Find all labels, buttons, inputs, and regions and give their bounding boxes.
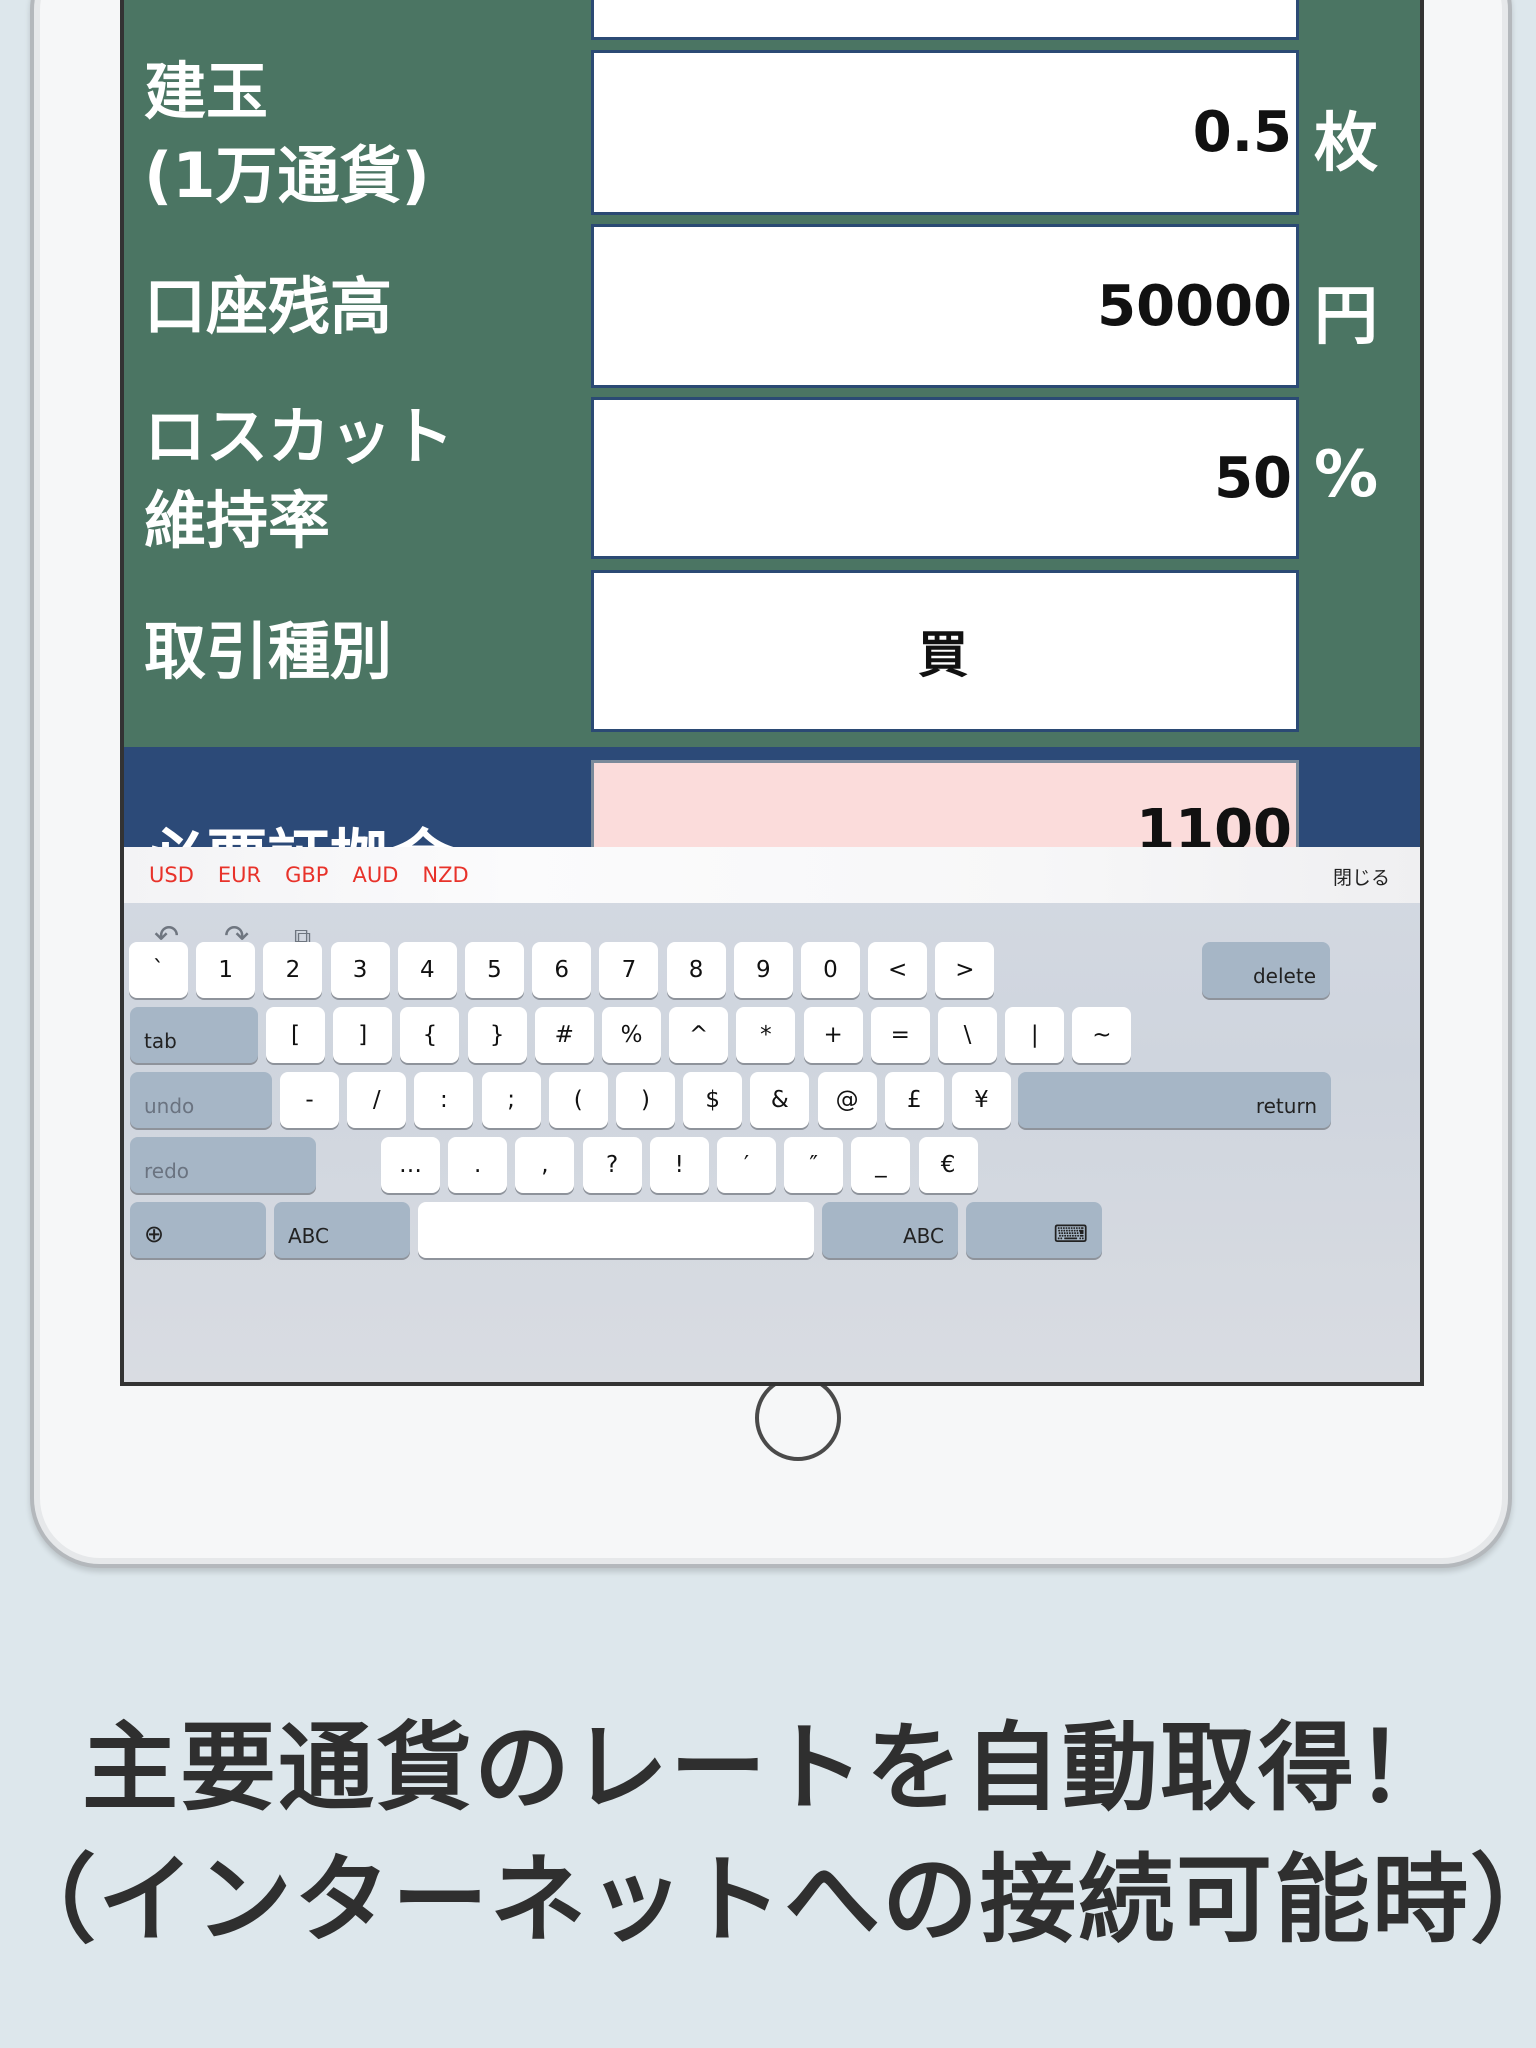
close-keyboard-button[interactable]: 閉じる	[1333, 863, 1390, 890]
symbol-key[interactable]: €	[918, 1137, 978, 1193]
previous-field[interactable]	[591, 0, 1299, 40]
symbol-key[interactable]: \	[938, 1007, 997, 1063]
losscut-rate-input[interactable]: 50	[591, 397, 1299, 559]
symbol-key[interactable]: ~	[1072, 1007, 1132, 1063]
key-11[interactable]: <	[868, 942, 928, 998]
currency-aud-button[interactable]: AUD	[352, 863, 398, 887]
redo-key[interactable]: redo	[130, 1137, 316, 1193]
key-8[interactable]: 8	[666, 942, 726, 998]
key-2[interactable]: 2	[263, 942, 323, 998]
keyboard-accessory-bar: USD EUR GBP AUD NZD 閉じる	[124, 847, 1420, 903]
symbol-key[interactable]: _	[851, 1137, 911, 1193]
symbol-key[interactable]: !	[649, 1137, 709, 1193]
symbol-key[interactable]: [	[266, 1007, 325, 1063]
key-5[interactable]: 5	[465, 942, 524, 998]
key-0[interactable]: `	[129, 942, 188, 998]
position-size-label: 建玉 (1万通貨)	[144, 50, 430, 218]
key-10[interactable]: 0	[801, 942, 860, 998]
caption-line2: （インターネットへの接続可能時）	[0, 1844, 1536, 1956]
symbol-key[interactable]: :	[414, 1072, 474, 1128]
key-9[interactable]: 9	[733, 942, 793, 998]
abc-key-left[interactable]: ABC	[274, 1202, 410, 1258]
position-size-label-line2: (1万通貨)	[144, 139, 430, 212]
symbol-key[interactable]: )	[616, 1072, 675, 1128]
key-12[interactable]: >	[935, 942, 995, 998]
losscut-rate-unit: %	[1314, 438, 1379, 512]
symbol-key[interactable]: ″	[784, 1137, 844, 1193]
key-3[interactable]: 3	[330, 942, 390, 998]
symbol-key[interactable]: {	[400, 1007, 460, 1063]
hide-keyboard-key[interactable]: ⌨	[966, 1202, 1102, 1258]
symbol-key[interactable]: ¥	[952, 1072, 1011, 1128]
symbol-key[interactable]: $	[683, 1072, 743, 1128]
symbol-key[interactable]: .	[448, 1137, 508, 1193]
symbol-key[interactable]: £	[884, 1072, 944, 1128]
symbol-key[interactable]: ,	[515, 1137, 575, 1193]
tab-key[interactable]: tab	[130, 1007, 258, 1063]
losscut-rate-label-line2: 維持率	[144, 484, 331, 557]
keyboard-hide-icon: ⌨	[1053, 1220, 1088, 1248]
symbol-key[interactable]: /	[347, 1072, 407, 1128]
caption-line1: 主要通貨のレートを自動取得！	[82, 1712, 1454, 1824]
symbol-key[interactable]: ?	[582, 1137, 642, 1193]
position-size-value: 0.5	[1192, 100, 1292, 165]
app-screen: 建玉 (1万通貨) 0.5 枚 口座残高 50000 円 ロスカット 維持率 5…	[120, 0, 1424, 1386]
position-size-input[interactable]: 0.5	[591, 50, 1299, 215]
account-balance-label: 口座残高	[144, 270, 393, 343]
symbol-key[interactable]: +	[803, 1007, 863, 1063]
symbol-key[interactable]: ]	[333, 1007, 393, 1063]
symbol-key[interactable]: }	[467, 1007, 527, 1063]
key-6[interactable]: 6	[532, 942, 592, 998]
symbol-key[interactable]: -	[280, 1072, 339, 1128]
currency-usd-button[interactable]: USD	[149, 863, 194, 887]
space-key[interactable]	[418, 1202, 814, 1258]
currency-gbp-button[interactable]: GBP	[285, 863, 328, 887]
symbol-key[interactable]: =	[870, 1007, 930, 1063]
symbol-key[interactable]: @	[817, 1072, 877, 1128]
trade-type-value: 買	[918, 626, 968, 684]
losscut-rate-value: 50	[1214, 445, 1292, 511]
symbol-key[interactable]: %	[602, 1007, 661, 1063]
input-form-panel: 建玉 (1万通貨) 0.5 枚 口座残高 50000 円 ロスカット 維持率 5…	[124, 0, 1420, 747]
symbol-key[interactable]: (	[548, 1072, 608, 1128]
symbol-key[interactable]: …	[381, 1137, 440, 1193]
symbol-key[interactable]: ^	[669, 1007, 729, 1063]
symbol-key[interactable]: ;	[481, 1072, 541, 1128]
symbol-key[interactable]: &	[750, 1072, 810, 1128]
key-1[interactable]: 1	[196, 942, 256, 998]
symbol-key[interactable]: |	[1005, 1007, 1065, 1063]
undo-key[interactable]: undo	[130, 1072, 272, 1128]
abc-key-right[interactable]: ABC	[822, 1202, 958, 1258]
globe-key[interactable]: ⊕	[130, 1202, 266, 1258]
losscut-rate-label-line1: ロスカット	[144, 400, 455, 473]
globe-icon: ⊕	[144, 1220, 165, 1248]
delete-key[interactable]: delete	[1202, 942, 1330, 998]
account-balance-input[interactable]: 50000	[591, 224, 1299, 388]
home-button[interactable]	[755, 1375, 841, 1461]
symbol-key[interactable]: *	[736, 1007, 796, 1063]
return-key[interactable]: return	[1018, 1072, 1331, 1128]
account-balance-value: 50000	[1097, 273, 1292, 339]
currency-nzd-button[interactable]: NZD	[422, 863, 468, 887]
symbol-key[interactable]: #	[534, 1007, 594, 1063]
symbol-key[interactable]: ′	[717, 1137, 776, 1193]
account-balance-unit: 円	[1314, 280, 1378, 354]
trade-type-label: 取引種別	[144, 615, 393, 688]
position-size-unit: 枚	[1314, 107, 1378, 181]
currency-eur-button[interactable]: EUR	[218, 863, 261, 887]
trade-type-selector[interactable]: 買	[591, 570, 1299, 732]
software-keyboard: USD EUR GBP AUD NZD 閉じる ↶ ↷ ⧉ ` 1 2 3 4 5 6 7 8 9…	[124, 847, 1420, 1382]
key-7[interactable]: 7	[599, 942, 659, 998]
position-size-label-line1: 建玉	[144, 55, 269, 128]
key-4[interactable]: 4	[397, 942, 457, 998]
losscut-rate-label: ロスカット 維持率	[144, 395, 454, 563]
